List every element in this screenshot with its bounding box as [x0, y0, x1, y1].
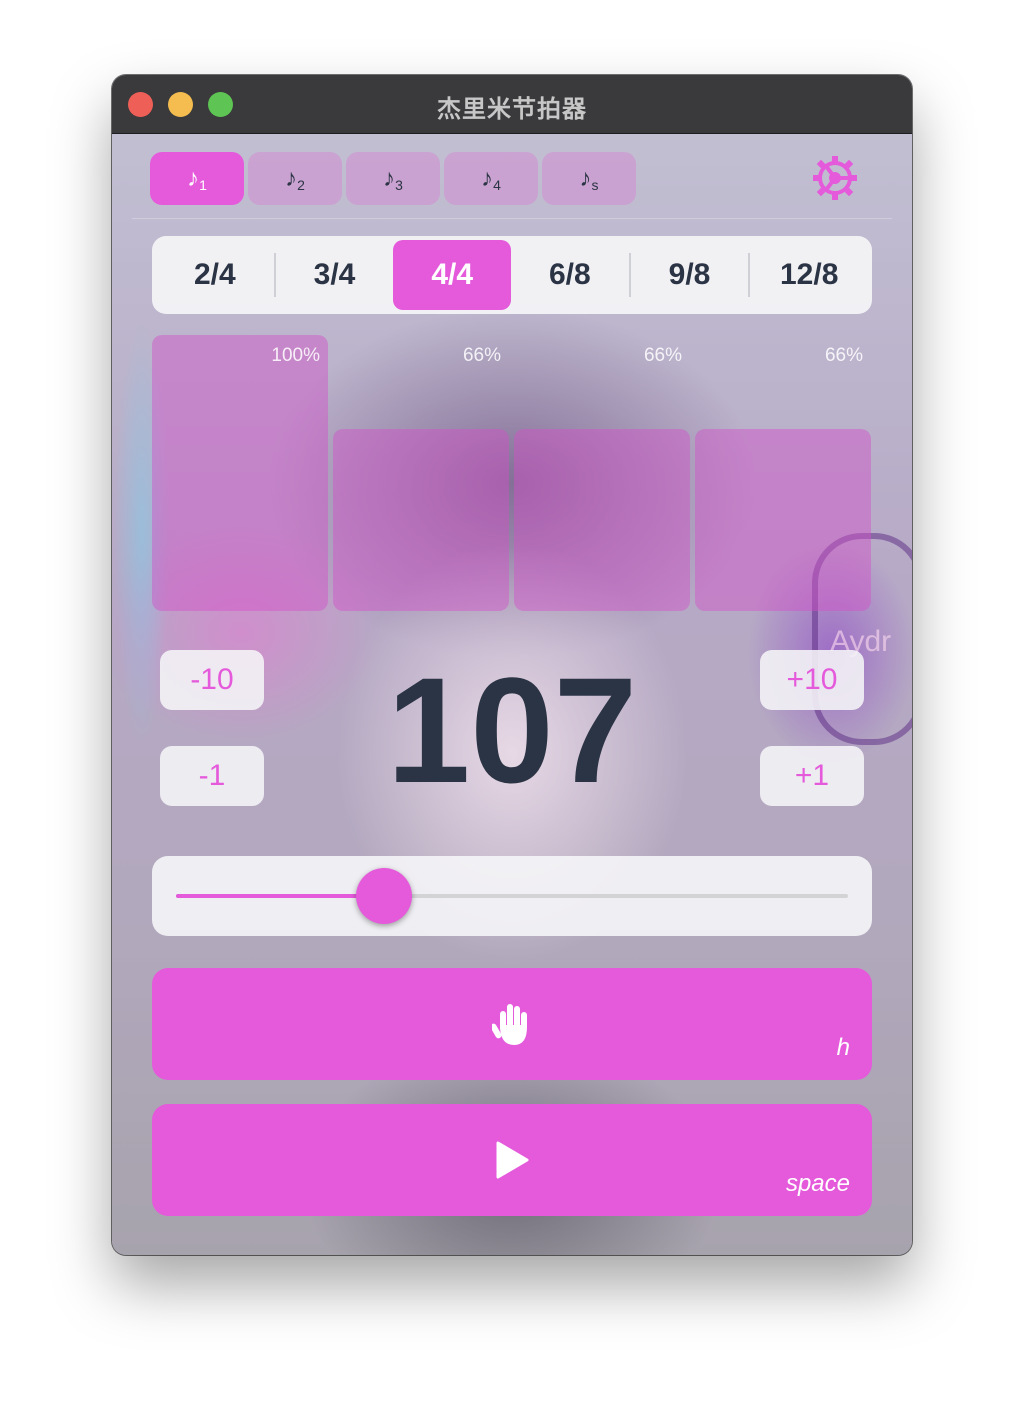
beat-level-label: 66%	[824, 345, 863, 366]
beat-level-bar	[514, 429, 690, 611]
gear-icon[interactable]	[810, 153, 860, 203]
tempo-slider-track[interactable]	[176, 868, 848, 924]
note-icon: ♪	[285, 164, 298, 192]
beat-2[interactable]: 66%	[333, 335, 509, 611]
tab-preset-4[interactable]: ♪ 4	[444, 152, 538, 205]
tab-number: 3	[395, 176, 403, 193]
tempo-slider-fill	[176, 894, 384, 898]
beat-level-bar	[333, 429, 509, 611]
note-icon: ♪	[187, 164, 200, 192]
note-icon: ♪	[481, 164, 494, 192]
play-icon	[496, 1141, 529, 1179]
tab-number: s	[591, 176, 599, 193]
tab-number: 1	[199, 176, 207, 193]
time-signature-3-4[interactable]: 3/4	[276, 240, 394, 310]
hand-icon	[492, 1004, 527, 1045]
beat-level-label: 100%	[271, 345, 320, 366]
note-icon: ♪	[383, 164, 396, 192]
tab-preset-2[interactable]: ♪ 2	[248, 152, 342, 205]
beat-level-bar	[152, 335, 328, 611]
plus-10-button[interactable]: +10	[760, 650, 864, 710]
time-signature-6-8[interactable]: 6/8	[511, 240, 629, 310]
tab-preset-3[interactable]: ♪ 3	[346, 152, 440, 205]
beat-3[interactable]: 66%	[514, 335, 690, 611]
time-signature-selector: 2/4 3/4 4/4 6/8 9/8 12/8	[152, 236, 872, 314]
beat-1[interactable]: 100%	[152, 335, 328, 611]
tap-shortcut-label: h	[836, 1034, 850, 1061]
tab-preset-s[interactable]: ♪ s	[542, 152, 636, 205]
minus-1-button[interactable]: -1	[160, 746, 264, 806]
tab-preset-1[interactable]: ♪ 1	[150, 152, 244, 205]
header-divider	[132, 218, 892, 219]
time-signature-9-8[interactable]: 9/8	[631, 240, 749, 310]
play-button[interactable]: space	[152, 1104, 872, 1216]
minus-10-button[interactable]: -10	[160, 650, 264, 710]
plus-1-button[interactable]: +1	[760, 746, 864, 806]
beat-level-label: 66%	[643, 345, 682, 366]
bpm-display: 107	[386, 646, 638, 814]
time-signature-4-4[interactable]: 4/4	[393, 240, 512, 310]
metronome-window: Aydr 杰里米节拍器 ♪ 1 ♪ 2 ♪ 3 ♪ 4 ♪ s 2/4 3/4 …	[112, 75, 912, 1255]
play-shortcut-label: space	[785, 1170, 850, 1197]
beat-level-bar	[695, 429, 871, 611]
preset-tabs: ♪ 1 ♪ 2 ♪ 3 ♪ 4 ♪ s	[150, 152, 636, 205]
time-signature-2-4[interactable]: 2/4	[156, 240, 274, 310]
time-signature-12-8[interactable]: 12/8	[750, 240, 868, 310]
tempo-slider-thumb[interactable]	[356, 868, 412, 924]
beat-4[interactable]: 66%	[695, 335, 871, 611]
window-title: 杰里米节拍器	[437, 96, 587, 123]
beat-accent-grid: 100% 66% 66% 66%	[152, 335, 872, 611]
tempo-slider-card	[152, 856, 872, 936]
title-bar[interactable]: 杰里米节拍器	[112, 75, 912, 134]
note-icon: ♪	[579, 164, 592, 192]
tap-tempo-button[interactable]: h	[152, 968, 872, 1080]
beat-level-label: 66%	[462, 345, 501, 366]
tab-number: 4	[493, 176, 501, 193]
tab-number: 2	[297, 176, 305, 193]
